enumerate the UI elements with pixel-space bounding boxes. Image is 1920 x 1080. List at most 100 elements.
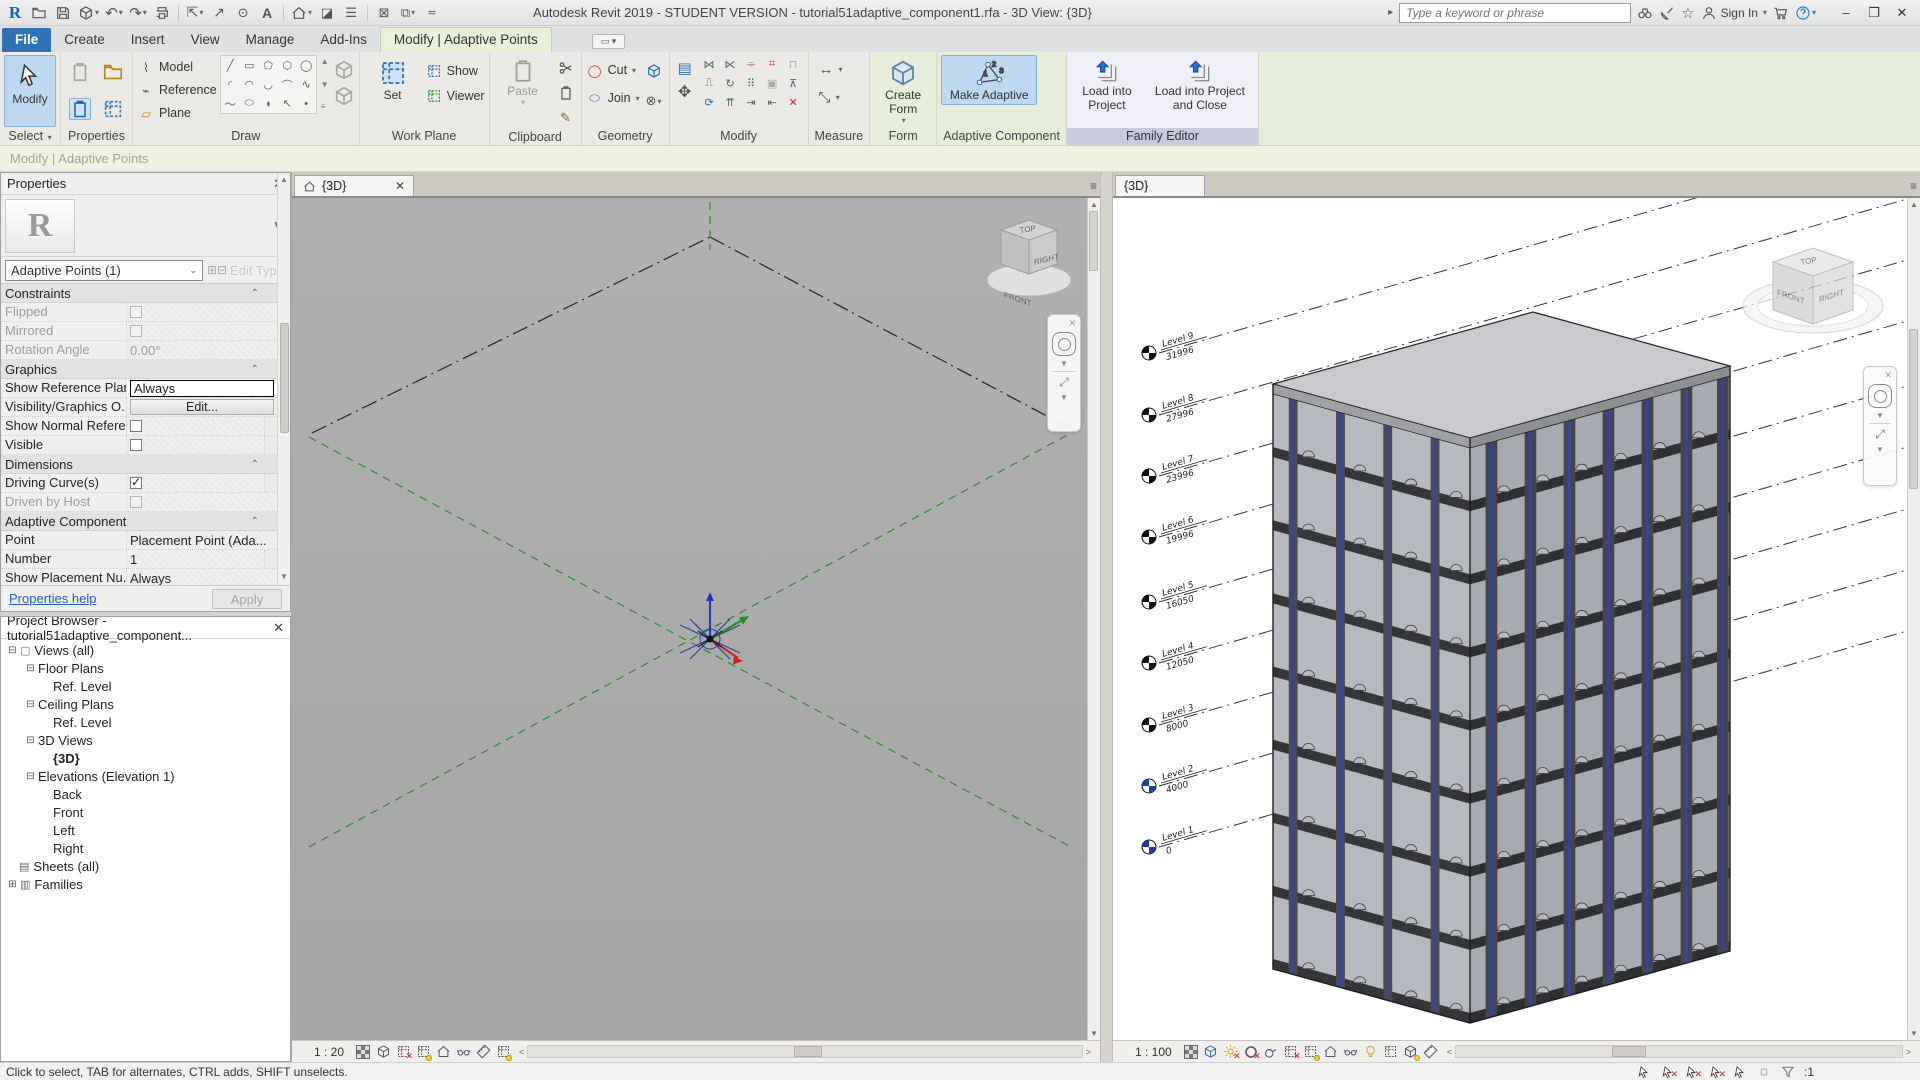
scroll-up-icon[interactable]: ▲ — [1090, 200, 1098, 209]
tree-item-ref-level[interactable]: Ref. Level — [5, 677, 290, 695]
close-icon[interactable]: ✕ — [273, 620, 284, 636]
select-underlay-elements-icon[interactable]: ✕ — [1660, 1064, 1677, 1079]
exchange-apps-icon[interactable] — [1773, 4, 1789, 21]
chevron-up-icon[interactable]: ⌃ — [251, 364, 273, 375]
chevron-down-icon[interactable]: ▾ — [839, 65, 843, 74]
close-hidden-windows-button[interactable]: ⊠ — [373, 2, 395, 24]
scroll-down-icon[interactable]: ▼ — [321, 80, 329, 89]
split-with-gap-icon[interactable]: ⌗ — [762, 55, 783, 74]
close-icon[interactable]: ✕ — [395, 179, 405, 193]
chevron-down-icon[interactable]: ▾ — [199, 8, 203, 17]
scroll-down-icon[interactable]: ▼ — [280, 572, 288, 581]
tree-item-right[interactable]: Right — [5, 839, 290, 857]
chevron-down-icon[interactable]: ▾ — [1812, 8, 1816, 17]
family-types-button[interactable] — [69, 61, 91, 83]
sync-button[interactable]: ▾ — [76, 2, 101, 24]
create-form-button[interactable]: Create Form ▾ — [874, 55, 932, 128]
view-tab-menu-icon[interactable]: ≡ — [1910, 179, 1917, 193]
left-horizontal-scrollbar[interactable]: < > — [516, 1044, 1094, 1059]
tag-by-category-button[interactable]: ⊙ — [232, 2, 254, 24]
open-button[interactable] — [28, 2, 50, 24]
chevron-down-icon[interactable]: ▼ — [1060, 359, 1068, 368]
tree-item-families[interactable]: ⊞▥Families — [5, 875, 290, 893]
properties-scrollbar[interactable]: ▲ ▼ — [277, 173, 290, 585]
property-group-dimensions[interactable]: Dimensions⌃ — [1, 455, 277, 474]
mirror-pick-axis-icon[interactable]: ⋈ — [699, 55, 720, 74]
shadows-icon[interactable]: ✕ — [1242, 1043, 1260, 1061]
communication-center-icon[interactable] — [1659, 4, 1675, 21]
array-icon[interactable]: ⠿ — [741, 74, 762, 93]
chevron-down-icon[interactable]: ▾ — [95, 8, 99, 17]
tree-item-elevations[interactable]: ⊟Elevations (Elevation 1) — [5, 767, 290, 785]
show-rendering-dialog-icon[interactable] — [1262, 1043, 1280, 1061]
tree-item-views[interactable]: ⊟▢Views (all) — [5, 641, 290, 659]
print-button[interactable] — [151, 2, 173, 24]
ribbon-collapse-button[interactable]: ▭ ▾ — [592, 34, 626, 49]
property-row-visible[interactable]: Visible — [1, 436, 277, 455]
tree-item-ceiling-plans[interactable]: ⊟Ceiling Plans — [5, 695, 290, 713]
align-icon[interactable]: ▤ — [674, 57, 696, 79]
match-type-properties-icon[interactable]: ✎ — [555, 107, 577, 129]
mirror-draw-axis-icon[interactable]: ⋉ — [720, 55, 741, 74]
paste-button[interactable]: Paste ▾ — [494, 55, 552, 110]
steering-wheel-icon[interactable] — [1052, 332, 1076, 356]
steering-wheel-icon[interactable] — [1868, 384, 1892, 408]
edit-type-button[interactable]: ⊞⊟ Edit Type — [207, 263, 286, 278]
select-pinned-elements-icon[interactable]: ✕ — [1684, 1064, 1701, 1079]
tree-item-3d-views[interactable]: ⊟3D Views — [5, 731, 290, 749]
tree-item-front[interactable]: Front — [5, 803, 290, 821]
right-3d-canvas[interactable]: Level 10Level 24000Level 38000Level 4120… — [1113, 198, 1907, 1040]
chevron-up-icon[interactable]: ⌃ — [251, 288, 273, 299]
family-category-button[interactable] — [102, 98, 124, 120]
tree-item-back[interactable]: Back — [5, 785, 290, 803]
property-row-point[interactable]: Point Placement Point (Ada... — [1, 531, 277, 550]
reveal-hidden-elements-icon[interactable] — [1362, 1043, 1380, 1061]
visual-style-icon[interactable] — [1202, 1043, 1220, 1061]
show-work-plane-button[interactable]: Show — [425, 61, 485, 81]
associate-parameter-button[interactable] — [264, 550, 277, 568]
save-button[interactable] — [52, 2, 74, 24]
tab-manage[interactable]: Manage — [233, 28, 308, 52]
ellipse-tool-icon[interactable]: ⬭ — [240, 94, 259, 113]
right-vertical-scrollbar[interactable]: ▲ ▼ — [1907, 198, 1920, 1040]
infocenter-expand-icon[interactable]: ▸ — [1388, 7, 1393, 18]
scrollbar-thumb[interactable] — [1612, 1046, 1646, 1057]
associate-parameter-button[interactable] — [264, 417, 277, 435]
view-tab-menu-icon[interactable]: ≡ — [1090, 179, 1097, 193]
rectangle-tool-icon[interactable]: ▭ — [240, 56, 259, 75]
scroll-up-icon[interactable]: ▲ — [321, 57, 329, 66]
scrollbar-thumb[interactable] — [1089, 211, 1098, 271]
start-end-radius-arc-tool-icon[interactable]: ◜ — [221, 75, 240, 94]
circle-tool-icon[interactable]: ◯ — [297, 56, 316, 75]
pick-lines-tool-icon[interactable]: ↖ — [278, 94, 297, 113]
show-crop-region-icon[interactable] — [414, 1043, 432, 1061]
copy-to-clipboard-icon[interactable] — [555, 82, 577, 104]
chevron-down-icon[interactable]: ▼ — [1876, 411, 1884, 420]
chevron-up-icon[interactable]: ⌃ — [251, 459, 273, 470]
scrollbar-thumb[interactable] — [794, 1046, 822, 1057]
associate-parameter-button[interactable] — [264, 436, 277, 454]
tree-item-floor-plans[interactable]: ⊟Floor Plans — [5, 659, 290, 677]
right-horizontal-scrollbar[interactable]: < > — [1444, 1044, 1914, 1059]
tree-item-3d[interactable]: {3D} — [5, 749, 290, 767]
pin-icon[interactable]: ⊼ — [783, 74, 804, 93]
scrollbar-thumb[interactable] — [280, 323, 289, 433]
collapse-icon[interactable]: ⊟ — [25, 663, 36, 674]
draw-reference-line-button[interactable]: ⌁Reference — [137, 80, 217, 100]
tab-addins[interactable]: Add-Ins — [307, 28, 380, 52]
navigation-bar[interactable]: ✕ ▼ ⤢ ▼ — [1047, 314, 1081, 432]
unlocked-3d-view-icon[interactable] — [434, 1043, 452, 1061]
center-ends-arc-tool-icon[interactable]: ◠ — [240, 75, 259, 94]
scroll-left-icon[interactable]: < — [516, 1047, 527, 1057]
paint-icon[interactable] — [643, 60, 665, 82]
temporary-hide-isolate-icon[interactable] — [454, 1043, 472, 1061]
left-view-tab[interactable]: {3D} ✕ — [294, 175, 414, 196]
properties-palette-button[interactable] — [69, 98, 91, 120]
set-work-plane-button[interactable]: Set — [364, 55, 422, 105]
minimize-button[interactable]: – — [1832, 2, 1860, 24]
visible-checkbox[interactable] — [130, 439, 142, 451]
rotate-icon[interactable]: ↻ — [720, 74, 741, 93]
navigation-bar[interactable]: ✕ ▼ ⤢ ▼ — [1863, 366, 1897, 486]
line-tool-icon[interactable]: ╱ — [221, 56, 240, 75]
aligned-dimension-button[interactable]: ↗ — [208, 2, 230, 24]
